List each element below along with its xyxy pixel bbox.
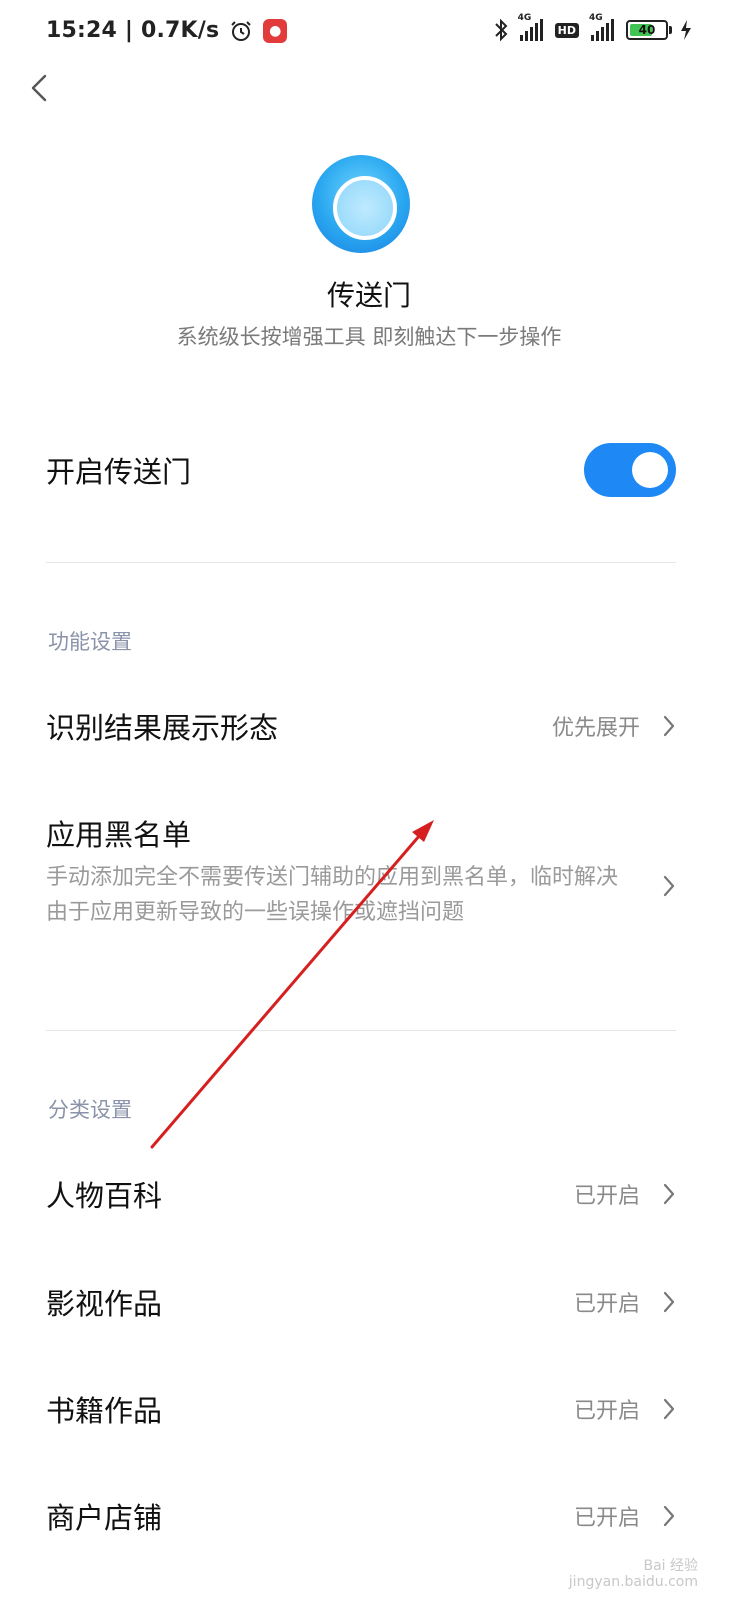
divider <box>46 1030 676 1031</box>
category-status-text: 已开启 <box>573 1184 640 1209</box>
charging-icon <box>681 20 691 40</box>
chevron-right-icon <box>663 1291 675 1313</box>
category-status-text: 已开启 <box>573 1506 640 1531</box>
status-bar: 15:24 | 0.7K/s ● 4G HD 4G 40 <box>0 0 738 62</box>
toggle-knob <box>632 452 668 488</box>
app-blacklist-description: 手动添加完全不需要传送门辅助的应用到黑名单，临时解决由于应用更新导致的一些误操作… <box>46 865 619 925</box>
chevron-right-icon <box>663 875 675 897</box>
divider <box>46 562 676 563</box>
category-label: 影视作品 <box>46 1287 163 1321</box>
status-left: 15:24 | 0.7K/s ● <box>46 18 288 43</box>
signal-icon: 4G <box>518 13 543 41</box>
category-status: 已开启 <box>574 1178 676 1210</box>
status-time-speed: 15:24 | 0.7K/s <box>46 18 220 43</box>
watermark: Bai 经验 jingyan.baidu.com <box>569 1558 698 1590</box>
chevron-right-icon <box>663 1183 675 1205</box>
back-arrow-icon <box>31 74 47 102</box>
enable-portal-label: 开启传送门 <box>46 455 192 489</box>
section-category-settings: 分类设置 <box>48 1098 132 1122</box>
category-status: 已开启 <box>574 1286 676 1318</box>
watermark-line-1: Bai 经验 <box>643 1558 698 1574</box>
category-row-film[interactable]: 影视作品 已开启 <box>46 1262 676 1342</box>
chevron-right-icon <box>663 715 675 737</box>
display-mode-value: 优先展开 <box>552 710 676 742</box>
category-status-text: 已开启 <box>573 1292 640 1317</box>
enable-portal-toggle[interactable] <box>584 443 676 497</box>
category-status-text: 已开启 <box>573 1399 640 1424</box>
hd-badge: HD <box>554 22 579 38</box>
display-mode-label: 识别结果展示形态 <box>46 711 279 745</box>
category-label: 商户店铺 <box>46 1501 163 1535</box>
battery-icon: 40 <box>626 20 672 40</box>
alarm-icon <box>231 20 252 41</box>
page-title: 传送门 <box>326 279 411 312</box>
watermark-line-2: jingyan.baidu.com <box>568 1574 698 1590</box>
display-mode-value-text: 优先展开 <box>551 716 640 741</box>
chevron-right-icon <box>663 1505 675 1527</box>
app-blacklist-row[interactable]: 应用黑名单 手动添加完全不需要传送门辅助的应用到黑名单，临时解决由于应用更新导致… <box>46 812 676 972</box>
app-blacklist-title: 应用黑名单 <box>46 818 192 852</box>
display-mode-row[interactable]: 识别结果展示形态 优先展开 <box>46 686 676 766</box>
app-logo <box>312 155 410 253</box>
category-row-person[interactable]: 人物百科 已开启 <box>46 1154 676 1234</box>
category-row-book[interactable]: 书籍作品 已开启 <box>46 1369 676 1449</box>
battery-level: 40 <box>638 23 656 37</box>
category-label: 书籍作品 <box>46 1394 163 1428</box>
section-function-settings: 功能设置 <box>48 630 132 654</box>
back-button[interactable] <box>22 70 56 106</box>
page-subtitle: 系统级长按增强工具 即刻触达下一步操作 <box>176 325 562 349</box>
enable-portal-row[interactable]: 开启传送门 <box>46 430 676 510</box>
category-status: 已开启 <box>574 1500 676 1532</box>
status-right: 4G HD 4G 40 <box>494 13 692 42</box>
notification-app-icon: ● <box>263 18 288 43</box>
category-row-merchant[interactable]: 商户店铺 已开启 <box>46 1476 676 1556</box>
category-label: 人物百科 <box>46 1179 163 1213</box>
app-blacklist-chevron <box>662 874 676 902</box>
signal-icon-2: 4G <box>589 13 614 41</box>
bluetooth-icon <box>494 18 508 42</box>
chevron-right-icon <box>663 1398 675 1420</box>
category-status: 已开启 <box>574 1393 676 1425</box>
